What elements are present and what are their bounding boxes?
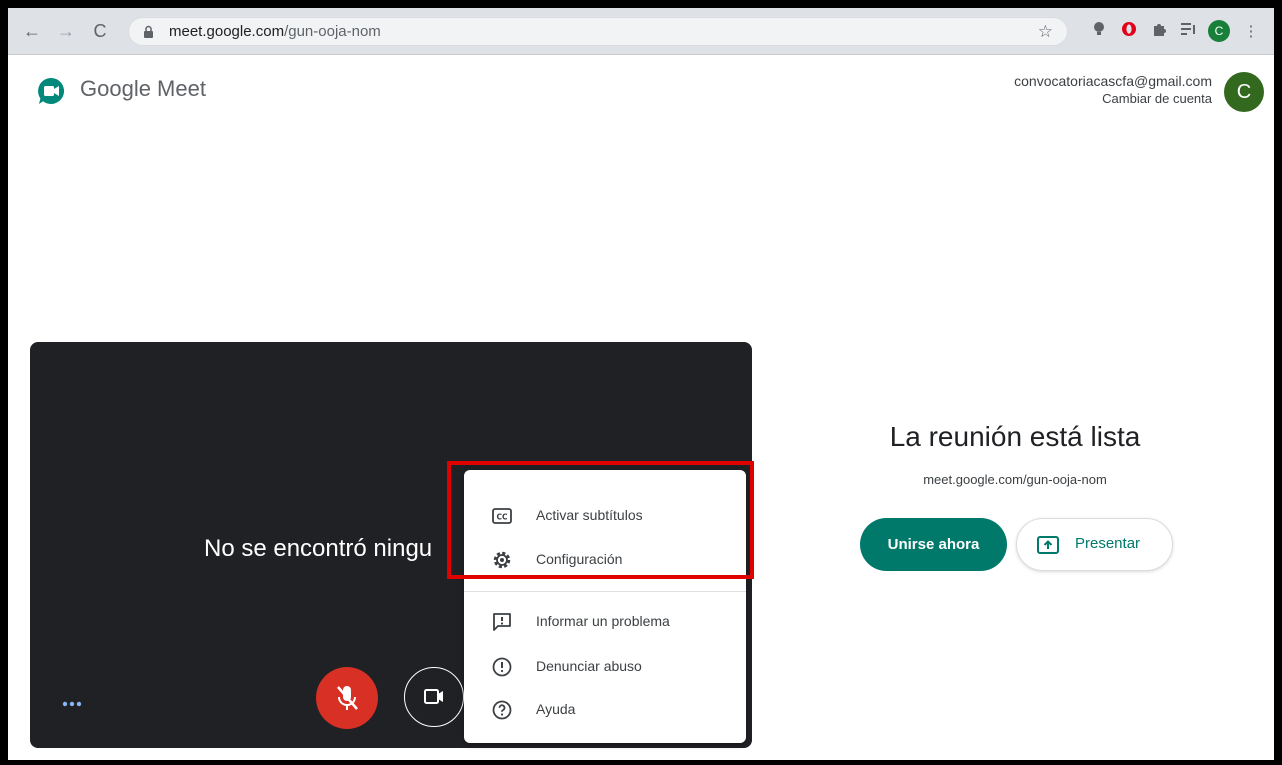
- bookmark-star-icon[interactable]: ☆: [1038, 22, 1053, 42]
- mic-off-icon: [337, 686, 358, 710]
- camera-icon: [424, 689, 443, 704]
- microphone-toggle-button[interactable]: [316, 667, 378, 729]
- url-text: meet.google.com/gun-ooja-nom: [169, 23, 381, 40]
- browser-window: ← → C meet.google.com/gun-ooja-nom ☆ C ⋮: [8, 8, 1274, 760]
- account-email: convocatoriacascfa@gmail.com: [1014, 73, 1212, 89]
- menu-item-label: Informar un problema: [536, 613, 670, 629]
- url-path: /gun-ooja-nom: [284, 23, 381, 40]
- meeting-link: meet.google.com/gun-ooja-nom: [923, 472, 1107, 487]
- forward-arrow-icon[interactable]: →: [54, 20, 78, 42]
- google-meet-logo-icon: [38, 77, 65, 104]
- meeting-ready-heading: La reunión está lista: [889, 421, 1141, 452]
- reload-icon[interactable]: C: [88, 20, 112, 42]
- present-label: Presentar: [1075, 535, 1141, 552]
- browser-profile-avatar[interactable]: C: [1208, 20, 1230, 42]
- help-icon: [492, 700, 512, 720]
- opera-extension-icon[interactable]: [1118, 21, 1140, 43]
- lock-icon: [144, 25, 153, 38]
- highlight-annotation: [447, 461, 754, 579]
- menu-item-label: Ayuda: [536, 701, 576, 717]
- browser-menu-icon[interactable]: ⋮: [1240, 21, 1262, 43]
- camera-toggle-button[interactable]: [404, 667, 464, 727]
- account-avatar[interactable]: C: [1224, 72, 1264, 112]
- report-abuse-icon: [492, 657, 512, 677]
- address-bar[interactable]: meet.google.com/gun-ooja-nom ☆: [128, 17, 1068, 46]
- menu-item-report-abuse[interactable]: Denunciar abuso: [464, 647, 746, 687]
- browser-toolbar: ← → C meet.google.com/gun-ooja-nom ☆ C ⋮: [8, 8, 1274, 55]
- media-queue-icon[interactable]: [1178, 21, 1200, 43]
- more-options-icon[interactable]: [62, 699, 84, 709]
- join-now-button[interactable]: Unirse ahora: [860, 518, 1007, 571]
- back-arrow-icon[interactable]: ←: [20, 20, 44, 42]
- feedback-icon: [493, 613, 511, 631]
- present-button[interactable]: Presentar: [1016, 518, 1173, 571]
- menu-item-label: Denunciar abuso: [536, 658, 642, 674]
- present-screen-icon: [1037, 536, 1059, 554]
- url-host: meet.google.com: [169, 23, 285, 40]
- app-title: Google Meet: [80, 76, 206, 101]
- switch-account-link[interactable]: Cambiar de cuenta: [1102, 91, 1212, 106]
- menu-divider: [464, 591, 746, 592]
- puzzle-extensions-icon[interactable]: [1148, 21, 1170, 43]
- menu-item-help[interactable]: Ayuda: [464, 690, 746, 730]
- lightbulb-extension-icon[interactable]: [1088, 21, 1110, 43]
- no-camera-message: No se encontró ningu: [204, 535, 433, 562]
- menu-item-report-problem[interactable]: Informar un problema: [464, 602, 746, 642]
